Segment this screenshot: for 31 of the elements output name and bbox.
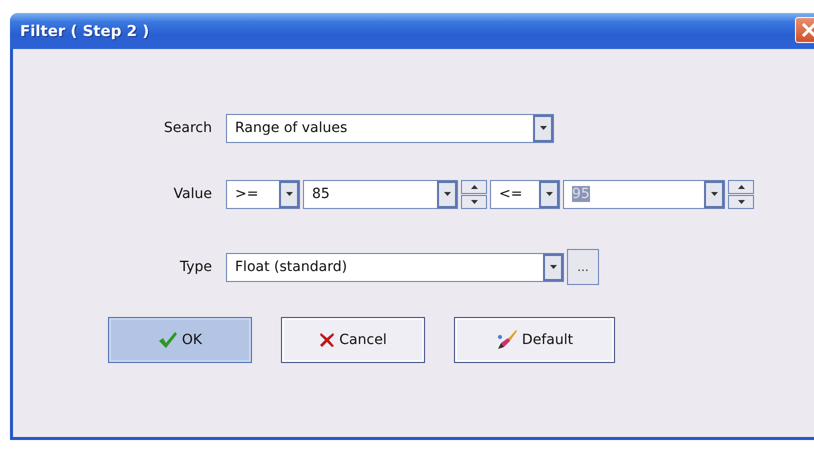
cross-icon <box>319 332 336 348</box>
down-arrow-icon <box>444 192 450 196</box>
combo-box[interactable]: Float (standard) <box>226 252 564 282</box>
spin-up-button[interactable] <box>728 180 754 194</box>
down-arrow-icon <box>540 126 546 130</box>
more-button[interactable]: ... <box>567 249 599 285</box>
combo-box[interactable]: 85 <box>303 180 458 208</box>
combo-box[interactable]: Range of values <box>226 114 554 142</box>
down-arrow-icon <box>738 200 744 204</box>
default-button[interactable]: Default <box>454 317 615 363</box>
down-arrow-icon <box>710 192 718 196</box>
brush-icon <box>496 329 518 351</box>
spin-down-button[interactable] <box>728 194 754 208</box>
cancel-button[interactable]: Cancel <box>281 317 425 363</box>
check-icon <box>158 331 178 349</box>
down-arrow-icon <box>286 192 292 196</box>
down-arrow-icon <box>550 265 556 269</box>
type-label: Type <box>178 259 213 275</box>
combo-box[interactable]: >= <box>226 180 300 208</box>
down-arrow-icon <box>470 200 478 204</box>
down-arrow-icon <box>546 192 552 196</box>
up-arrow-icon <box>470 184 478 188</box>
value-label: Value <box>172 186 213 202</box>
spin-down-button[interactable] <box>461 194 487 208</box>
up-arrow-icon <box>738 184 744 188</box>
close-icon <box>802 23 814 37</box>
ok-button[interactable]: OK <box>108 317 252 363</box>
combo-box[interactable]: <= <box>490 180 560 208</box>
search-label: Search <box>162 120 213 136</box>
window-title: Filter ( Step 2 ) <box>20 22 150 40</box>
spin-up-button[interactable] <box>461 180 487 194</box>
